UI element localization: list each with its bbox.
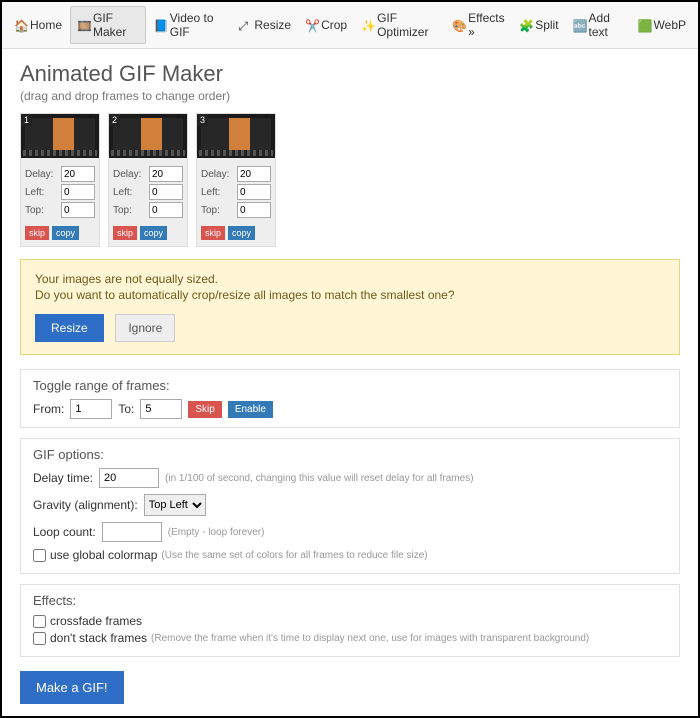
frame-top-input[interactable] — [149, 202, 183, 218]
frame-top-input[interactable] — [61, 202, 95, 218]
notice-line-2: Do you want to automatically crop/resize… — [35, 288, 665, 302]
gif-options-panel: GIF options: Delay time: (in 1/100 of se… — [20, 438, 680, 574]
frame-fields: Delay: Left: Top: — [197, 158, 275, 226]
crop-icon: ✂️ — [305, 19, 317, 31]
text-icon: 🔤 — [573, 19, 585, 31]
video-icon: 📘 — [154, 19, 166, 31]
make-gif-button[interactable]: Make a GIF! — [20, 671, 124, 704]
content: Animated GIF Maker (drag and drop frames… — [2, 49, 698, 716]
toggle-skip-button[interactable]: Skip — [188, 401, 221, 418]
frame-card[interactable]: 3 Delay: Left: Top: skip copy — [196, 113, 276, 247]
home-icon: 🏠 — [14, 19, 26, 31]
split-icon: 🧩 — [519, 19, 531, 31]
frame-card[interactable]: 2 Delay: Left: Top: skip copy — [108, 113, 188, 247]
optimize-icon: ✨ — [361, 19, 373, 31]
frame-delay-input[interactable] — [237, 166, 271, 182]
nav-video-to-gif[interactable]: 📘Video to GIF — [148, 6, 231, 44]
frame-number: 3 — [197, 114, 208, 126]
crossfade-checkbox[interactable] — [33, 615, 46, 628]
frame-left-input[interactable] — [61, 184, 95, 200]
nav-effects[interactable]: 🎨Effects » — [446, 6, 511, 44]
frame-thumbnail[interactable] — [197, 114, 275, 158]
frame-thumbnail[interactable] — [109, 114, 187, 158]
notice-resize-button[interactable]: Resize — [35, 314, 104, 342]
frames-container: 1 Delay: Left: Top: skip copy 2 Delay: L… — [20, 113, 680, 247]
nav-split[interactable]: 🧩Split — [513, 6, 564, 44]
page-subtitle: (drag and drop frames to change order) — [20, 89, 680, 103]
notice-ignore-button[interactable]: Ignore — [115, 314, 175, 342]
frame-left-input[interactable] — [149, 184, 183, 200]
resize-icon: ⤢ — [238, 19, 250, 31]
frame-skip-button[interactable]: skip — [25, 226, 49, 240]
nav-add-text[interactable]: 🔤Add text — [567, 6, 630, 44]
webp-icon: 🟩 — [638, 19, 650, 31]
global-colormap-checkbox[interactable] — [33, 549, 46, 562]
frame-top-input[interactable] — [237, 202, 271, 218]
toggle-range-title: Toggle range of frames: — [33, 378, 667, 393]
frame-copy-button[interactable]: copy — [140, 226, 167, 240]
nav-optimizer[interactable]: ✨GIF Optimizer — [355, 6, 444, 44]
frame-number: 2 — [109, 114, 120, 126]
toggle-from-input[interactable] — [70, 399, 112, 419]
nav-crop[interactable]: ✂️Crop — [299, 6, 353, 44]
resize-notice: Your images are not equally sized. Do yo… — [20, 259, 680, 355]
nav-resize[interactable]: ⤢Resize — [232, 6, 297, 44]
frame-left-input[interactable] — [237, 184, 271, 200]
dont-stack-checkbox[interactable] — [33, 632, 46, 645]
gravity-select[interactable]: Top Left — [144, 494, 206, 516]
top-nav: 🏠Home 🎞️GIF Maker 📘Video to GIF ⤢Resize … — [2, 2, 698, 49]
effects-title: Effects: — [33, 593, 667, 608]
delay-time-input[interactable] — [99, 468, 159, 488]
toggle-to-input[interactable] — [140, 399, 182, 419]
frame-card[interactable]: 1 Delay: Left: Top: skip copy — [20, 113, 100, 247]
nav-webp[interactable]: 🟩WebP — [632, 6, 692, 44]
page-title: Animated GIF Maker — [20, 61, 680, 87]
frame-fields: Delay: Left: Top: — [109, 158, 187, 226]
frame-delay-input[interactable] — [61, 166, 95, 182]
effects-panel: Effects: crossfade frames don't stack fr… — [20, 584, 680, 657]
gif-options-title: GIF options: — [33, 447, 667, 462]
nav-home[interactable]: 🏠Home — [8, 6, 68, 44]
toggle-enable-button[interactable]: Enable — [228, 401, 273, 418]
effects-icon: 🎨 — [452, 19, 464, 31]
frame-skip-button[interactable]: skip — [113, 226, 137, 240]
frame-thumbnail[interactable] — [21, 114, 99, 158]
loop-count-input[interactable] — [102, 522, 162, 542]
gif-icon: 🎞️ — [77, 19, 89, 31]
frame-number: 1 — [21, 114, 32, 126]
nav-gif-maker[interactable]: 🎞️GIF Maker — [70, 6, 146, 44]
notice-line-1: Your images are not equally sized. — [35, 272, 665, 286]
frame-delay-input[interactable] — [149, 166, 183, 182]
frame-skip-button[interactable]: skip — [201, 226, 225, 240]
toggle-range-panel: Toggle range of frames: From: To: Skip E… — [20, 369, 680, 428]
frame-copy-button[interactable]: copy — [52, 226, 79, 240]
frame-fields: Delay: Left: Top: — [21, 158, 99, 226]
frame-copy-button[interactable]: copy — [228, 226, 255, 240]
